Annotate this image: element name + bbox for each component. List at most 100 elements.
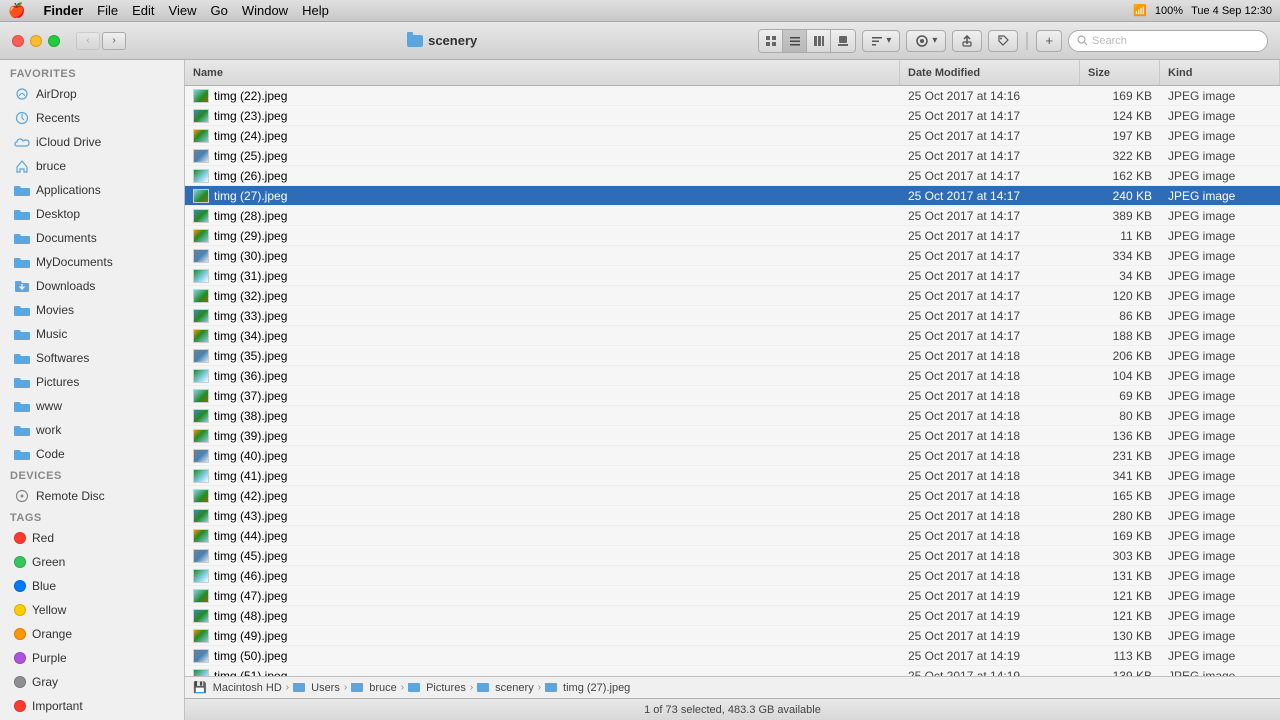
table-row[interactable]: timg (50).jpeg 25 Oct 2017 at 14:19 113 … bbox=[185, 646, 1280, 666]
window-menu[interactable]: Window bbox=[242, 3, 288, 18]
sidebar-item-code[interactable]: Code bbox=[4, 442, 180, 466]
table-row[interactable]: timg (26).jpeg 25 Oct 2017 at 14:17 162 … bbox=[185, 166, 1280, 186]
sidebar-label-mydocuments: MyDocuments bbox=[36, 255, 113, 269]
file-thumbnail bbox=[193, 469, 209, 483]
table-row[interactable]: timg (34).jpeg 25 Oct 2017 at 14:17 188 … bbox=[185, 326, 1280, 346]
help-menu[interactable]: Help bbox=[302, 3, 329, 18]
sidebar-item-work[interactable]: work bbox=[4, 418, 180, 442]
share-button[interactable] bbox=[952, 30, 982, 52]
table-row[interactable]: timg (44).jpeg 25 Oct 2017 at 14:18 169 … bbox=[185, 526, 1280, 546]
table-row[interactable]: timg (22).jpeg 25 Oct 2017 at 14:16 169 … bbox=[185, 86, 1280, 106]
sidebar-item-tag-green[interactable]: Green bbox=[4, 550, 180, 574]
finder-menu[interactable]: Finder bbox=[43, 3, 83, 18]
sidebar-item-tag-gray[interactable]: Gray bbox=[4, 670, 180, 694]
table-row[interactable]: timg (28).jpeg 25 Oct 2017 at 14:17 389 … bbox=[185, 206, 1280, 226]
table-row[interactable]: timg (47).jpeg 25 Oct 2017 at 14:19 121 … bbox=[185, 586, 1280, 606]
wifi-icon[interactable]: 📶 bbox=[1133, 4, 1147, 17]
sidebar-item-mydocuments[interactable]: MyDocuments bbox=[4, 250, 180, 274]
table-row[interactable]: timg (32).jpeg 25 Oct 2017 at 14:17 120 … bbox=[185, 286, 1280, 306]
table-row[interactable]: timg (33).jpeg 25 Oct 2017 at 14:17 86 K… bbox=[185, 306, 1280, 326]
table-row[interactable]: timg (24).jpeg 25 Oct 2017 at 14:17 197 … bbox=[185, 126, 1280, 146]
apple-menu[interactable]: 🍎 bbox=[8, 2, 25, 19]
table-row[interactable]: timg (49).jpeg 25 Oct 2017 at 14:19 130 … bbox=[185, 626, 1280, 646]
table-row[interactable]: timg (45).jpeg 25 Oct 2017 at 14:18 303 … bbox=[185, 546, 1280, 566]
sidebar-item-remote-disc[interactable]: Remote Disc bbox=[4, 484, 180, 508]
icon-view-button[interactable] bbox=[759, 30, 783, 52]
table-row[interactable]: timg (43).jpeg 25 Oct 2017 at 14:18 280 … bbox=[185, 506, 1280, 526]
breadcrumb-folder-icon bbox=[351, 683, 363, 692]
action-button[interactable]: ▾ bbox=[906, 30, 946, 52]
sidebar-item-softwares[interactable]: Softwares bbox=[4, 346, 180, 370]
table-row[interactable]: timg (39).jpeg 25 Oct 2017 at 14:18 136 … bbox=[185, 426, 1280, 446]
sidebar-item-tag-important[interactable]: Important bbox=[4, 694, 180, 718]
table-row[interactable]: timg (23).jpeg 25 Oct 2017 at 14:17 124 … bbox=[185, 106, 1280, 126]
sidebar-item-tag-orange[interactable]: Orange bbox=[4, 622, 180, 646]
table-row[interactable]: timg (51).jpeg 25 Oct 2017 at 14:19 139 … bbox=[185, 666, 1280, 676]
maximize-button[interactable] bbox=[48, 35, 60, 47]
table-row[interactable]: timg (41).jpeg 25 Oct 2017 at 14:18 341 … bbox=[185, 466, 1280, 486]
file-name: timg (25).jpeg bbox=[214, 149, 287, 163]
sidebar-item-documents[interactable]: Documents bbox=[4, 226, 180, 250]
col-header-date[interactable]: Date Modified bbox=[900, 60, 1080, 85]
breadcrumb-item[interactable]: bruce bbox=[369, 682, 397, 694]
sidebar-item-pictures[interactable]: Pictures bbox=[4, 370, 180, 394]
table-row[interactable]: timg (31).jpeg 25 Oct 2017 at 14:17 34 K… bbox=[185, 266, 1280, 286]
col-header-name[interactable]: Name bbox=[185, 60, 900, 85]
table-row[interactable]: timg (38).jpeg 25 Oct 2017 at 14:18 80 K… bbox=[185, 406, 1280, 426]
sidebar-item-downloads[interactable]: Downloads bbox=[4, 274, 180, 298]
sidebar-item-music[interactable]: Music bbox=[4, 322, 180, 346]
table-row[interactable]: timg (35).jpeg 25 Oct 2017 at 14:18 206 … bbox=[185, 346, 1280, 366]
column-view-button[interactable] bbox=[807, 30, 831, 52]
col-header-size[interactable]: Size bbox=[1080, 60, 1160, 85]
list-view-button[interactable] bbox=[783, 30, 807, 52]
file-kind: JPEG image bbox=[1160, 489, 1280, 503]
sidebar-item-tag-blue[interactable]: Blue bbox=[4, 574, 180, 598]
sidebar-item-airdrop[interactable]: AirDrop bbox=[4, 82, 180, 106]
breadcrumb-item[interactable]: Pictures bbox=[426, 682, 466, 694]
file-list-scroll[interactable]: timg (22).jpeg 25 Oct 2017 at 14:16 169 … bbox=[185, 86, 1280, 676]
file-name-cell: timg (37).jpeg bbox=[185, 389, 900, 403]
table-row[interactable]: timg (42).jpeg 25 Oct 2017 at 14:18 165 … bbox=[185, 486, 1280, 506]
forward-button[interactable]: › bbox=[102, 32, 126, 50]
file-thumbnail bbox=[193, 389, 209, 403]
minimize-button[interactable] bbox=[30, 35, 42, 47]
table-row[interactable]: timg (48).jpeg 25 Oct 2017 at 14:19 121 … bbox=[185, 606, 1280, 626]
table-row[interactable]: timg (30).jpeg 25 Oct 2017 at 14:17 334 … bbox=[185, 246, 1280, 266]
table-row[interactable]: timg (25).jpeg 25 Oct 2017 at 14:17 322 … bbox=[185, 146, 1280, 166]
table-row[interactable]: timg (46).jpeg 25 Oct 2017 at 14:18 131 … bbox=[185, 566, 1280, 586]
search-box[interactable]: Search bbox=[1068, 30, 1268, 52]
file-date: 25 Oct 2017 at 14:17 bbox=[900, 309, 1080, 323]
sidebar-item-applications[interactable]: Applications bbox=[4, 178, 180, 202]
sidebar-item-recents[interactable]: Recents bbox=[4, 106, 180, 130]
sidebar-item-tag-red[interactable]: Red bbox=[4, 526, 180, 550]
table-row[interactable]: timg (40).jpeg 25 Oct 2017 at 14:18 231 … bbox=[185, 446, 1280, 466]
back-button[interactable]: ‹ bbox=[76, 32, 100, 50]
view-menu[interactable]: View bbox=[169, 3, 197, 18]
col-header-kind[interactable]: Kind bbox=[1160, 60, 1280, 85]
close-button[interactable] bbox=[12, 35, 24, 47]
table-row[interactable]: timg (37).jpeg 25 Oct 2017 at 14:18 69 K… bbox=[185, 386, 1280, 406]
breadcrumb-item[interactable]: Macintosh HD bbox=[213, 682, 282, 694]
sidebar-item-desktop[interactable]: Desktop bbox=[4, 202, 180, 226]
file-thumbnail bbox=[193, 669, 209, 677]
file-menu[interactable]: File bbox=[97, 3, 118, 18]
breadcrumb-item[interactable]: Users bbox=[311, 682, 340, 694]
add-folder-button[interactable]: + bbox=[1036, 30, 1062, 52]
sidebar-item-tag-yellow[interactable]: Yellow bbox=[4, 598, 180, 622]
cover-view-button[interactable] bbox=[831, 30, 855, 52]
breadcrumb-item[interactable]: timg (27).jpeg bbox=[563, 682, 630, 694]
tag-button[interactable] bbox=[988, 30, 1018, 52]
sidebar-item-www[interactable]: www bbox=[4, 394, 180, 418]
edit-menu[interactable]: Edit bbox=[132, 3, 154, 18]
file-size: 169 KB bbox=[1080, 89, 1160, 103]
sidebar-item-bruce[interactable]: bruce bbox=[4, 154, 180, 178]
sidebar-item-tag-purple[interactable]: Purple bbox=[4, 646, 180, 670]
group-sort-button[interactable]: ▾ bbox=[862, 30, 900, 52]
sidebar-item-movies[interactable]: Movies bbox=[4, 298, 180, 322]
table-row[interactable]: timg (27).jpeg 25 Oct 2017 at 14:17 240 … bbox=[185, 186, 1280, 206]
sidebar-item-icloud[interactable]: iCloud Drive bbox=[4, 130, 180, 154]
table-row[interactable]: timg (36).jpeg 25 Oct 2017 at 14:18 104 … bbox=[185, 366, 1280, 386]
table-row[interactable]: timg (29).jpeg 25 Oct 2017 at 14:17 11 K… bbox=[185, 226, 1280, 246]
breadcrumb-item[interactable]: scenery bbox=[495, 682, 534, 694]
go-menu[interactable]: Go bbox=[210, 3, 227, 18]
